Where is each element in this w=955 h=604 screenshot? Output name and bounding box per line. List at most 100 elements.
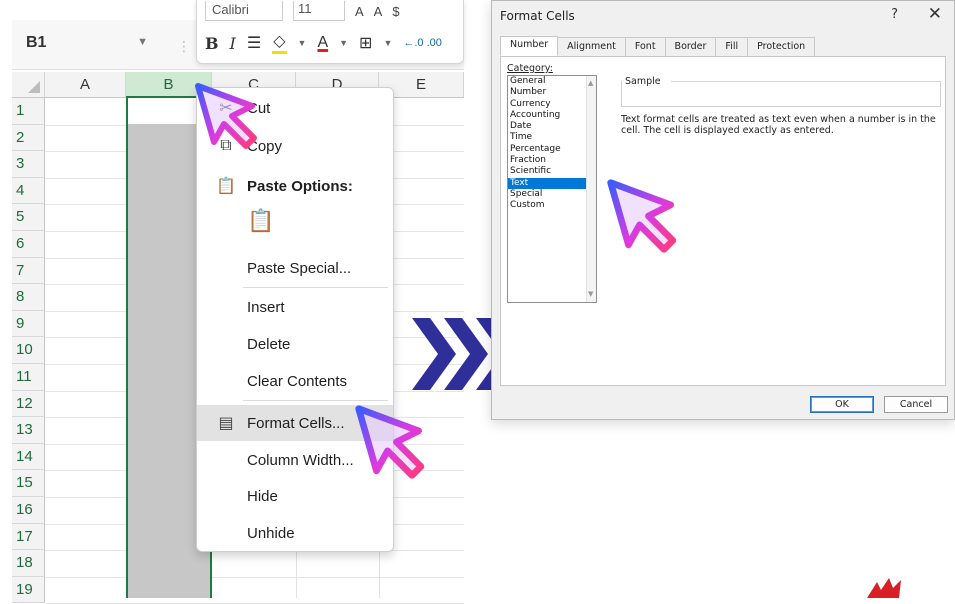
- category-item[interactable]: Custom: [508, 200, 596, 211]
- category-label: Category:: [507, 63, 553, 74]
- category-item[interactable]: Accounting: [508, 110, 596, 121]
- ok-button[interactable]: OK: [810, 396, 874, 413]
- cursor-pointer-icon: [195, 83, 257, 149]
- category-item[interactable]: Currency: [508, 99, 596, 110]
- row-header[interactable]: 17: [12, 523, 45, 551]
- increase-font-icon[interactable]: A: [355, 4, 364, 19]
- menu-item-label: Paste Special...: [247, 259, 352, 277]
- row-header[interactable]: 15: [12, 470, 45, 497]
- italic-button[interactable]: I: [230, 34, 236, 53]
- context-menu: ✂ Cut ⧉ Copy 📋 Paste Options: 📋 Paste Sp…: [196, 87, 394, 552]
- row-header[interactable]: 11: [12, 364, 45, 391]
- row-header[interactable]: 16: [12, 497, 45, 524]
- paste-options-heading: 📋 Paste Options:: [197, 170, 393, 202]
- category-item[interactable]: Date: [508, 121, 596, 132]
- menu-separator: [243, 400, 388, 401]
- menu-item-insert[interactable]: Insert: [197, 291, 393, 323]
- tab-protection[interactable]: Protection: [747, 37, 816, 57]
- cursor-pointer-icon: [355, 405, 425, 479]
- currency-icon[interactable]: $: [392, 4, 399, 19]
- menu-item-hide[interactable]: Hide: [197, 480, 393, 512]
- category-item[interactable]: Fraction: [508, 155, 596, 166]
- align-center-icon[interactable]: ☰: [247, 33, 261, 53]
- tab-border[interactable]: Border: [664, 37, 717, 57]
- row-header[interactable]: 7: [12, 257, 45, 285]
- fill-color-icon[interactable]: ◇: [272, 33, 287, 54]
- tab-fill[interactable]: Fill: [715, 37, 749, 57]
- chevron-down-icon[interactable]: ▼: [137, 36, 148, 48]
- category-list[interactable]: General Number Currency Accounting Date …: [507, 75, 597, 303]
- category-item[interactable]: Percentage: [508, 144, 596, 155]
- category-item[interactable]: General: [508, 76, 596, 87]
- row-header[interactable]: 2: [12, 124, 45, 152]
- scroll-up-icon[interactable]: ▲: [588, 78, 593, 89]
- row-header[interactable]: 5: [12, 204, 45, 231]
- chevron-down-icon[interactable]: ▼: [339, 38, 348, 48]
- cancel-button[interactable]: Cancel: [884, 396, 948, 413]
- name-box-value: B1: [26, 34, 47, 51]
- menu-item-label: Paste Options:: [247, 177, 353, 195]
- grid-line: [45, 576, 464, 578]
- row-header[interactable]: 13: [12, 417, 45, 444]
- help-button[interactable]: ?: [891, 7, 898, 22]
- borders-icon[interactable]: ⊞: [359, 33, 372, 53]
- category-item[interactable]: Time: [508, 132, 596, 143]
- row-header[interactable]: 14: [12, 443, 45, 471]
- bold-button[interactable]: B: [205, 34, 219, 53]
- row-header[interactable]: 8: [12, 284, 45, 311]
- decrease-font-icon[interactable]: A: [374, 4, 383, 19]
- menu-item-label: Insert: [247, 298, 285, 316]
- menu-separator: [243, 287, 388, 288]
- tab-alignment[interactable]: Alignment: [557, 37, 626, 57]
- row-header[interactable]: 18: [12, 550, 45, 577]
- category-item[interactable]: Scientific: [508, 166, 596, 177]
- scroll-down-icon[interactable]: ▼: [588, 289, 593, 300]
- category-item[interactable]: Special: [508, 189, 596, 200]
- dialog-title: Format Cells: [500, 9, 575, 23]
- menu-item-unhide[interactable]: Unhide: [197, 517, 393, 549]
- tab-number[interactable]: Number: [500, 36, 559, 56]
- dialog-tabs: Number Alignment Font Border Fill Protec…: [500, 36, 816, 57]
- font-color-button[interactable]: A: [317, 34, 328, 52]
- tab-font[interactable]: Font: [624, 37, 666, 57]
- menu-item-label: Unhide: [247, 524, 295, 542]
- font-name-box[interactable]: Calibri: [205, 1, 283, 21]
- clipboard-icon: 📋: [216, 178, 236, 195]
- chevron-down-icon[interactable]: ▼: [383, 38, 392, 48]
- format-description: Text format cells are treated as text ev…: [621, 114, 936, 136]
- format-cells-icon: ▤: [218, 415, 234, 432]
- menu-item-paste-special[interactable]: Paste Special...: [197, 252, 393, 284]
- menu-item-label: Column Width...: [247, 451, 354, 469]
- cursor-pointer-icon: [607, 179, 677, 253]
- logo-icon: [867, 578, 901, 598]
- category-item-selected[interactable]: Text: [508, 177, 596, 189]
- row-header[interactable]: 9: [12, 310, 45, 338]
- close-button[interactable]: ✕: [928, 4, 942, 24]
- category-item[interactable]: Number: [508, 87, 596, 98]
- paste-icon[interactable]: 📋: [247, 208, 274, 234]
- increase-decimal-icon[interactable]: ←.0 .00: [403, 37, 442, 49]
- sample-box: [621, 81, 941, 107]
- menu-item-delete[interactable]: Delete: [197, 328, 393, 360]
- select-all-corner[interactable]: [12, 72, 45, 98]
- row-header[interactable]: 3: [12, 151, 45, 178]
- category-scrollbar[interactable]: ▲ ▼: [586, 76, 596, 302]
- row-header[interactable]: 1: [12, 98, 45, 125]
- name-box[interactable]: B1 ▼: [12, 26, 162, 60]
- row-header[interactable]: 4: [12, 177, 45, 205]
- separator-icon: ⋮: [177, 38, 191, 54]
- sample-label: Sample: [625, 76, 663, 87]
- row-header[interactable]: 6: [12, 231, 45, 258]
- row-header[interactable]: 19: [12, 576, 45, 604]
- number-tab-panel: Category: General Number Currency Accoun…: [500, 56, 946, 386]
- menu-item-clear-contents[interactable]: Clear Contents: [197, 365, 393, 397]
- row-header[interactable]: 12: [12, 390, 45, 418]
- menu-item-label: Format Cells...: [247, 414, 345, 432]
- font-size-box[interactable]: 11: [293, 1, 345, 21]
- menu-item-label: Hide: [247, 487, 278, 505]
- format-cells-dialog: Format Cells ? ✕ Number Alignment Font B…: [491, 0, 955, 420]
- mini-toolbar: Calibri 11 A A $ B I ☰ ◇ ▼ A ▼ ⊞ ▼ ←.0 .…: [196, 0, 464, 64]
- column-header-a[interactable]: A: [45, 72, 126, 98]
- chevron-down-icon[interactable]: ▼: [298, 38, 307, 48]
- row-header[interactable]: 10: [12, 337, 45, 364]
